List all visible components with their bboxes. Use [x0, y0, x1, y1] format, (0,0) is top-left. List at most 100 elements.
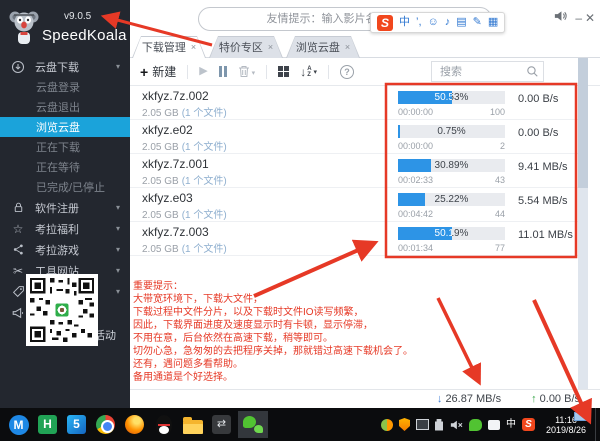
- tab-close-icon[interactable]: ×: [191, 42, 196, 52]
- sidebar-item-cloud-login[interactable]: 云盘登录: [0, 77, 130, 97]
- sidebar-item-welfare[interactable]: ☆ 考拉福利 ▾: [0, 218, 130, 239]
- sound-icon[interactable]: [553, 9, 568, 23]
- ime-punctuation-icon[interactable]: ’,: [416, 17, 422, 28]
- sidebar-item-cloud-download[interactable]: 云盘下载 ▾: [0, 56, 130, 77]
- cloud-download-icon: [10, 59, 26, 75]
- file-size: 2.05 GB: [142, 176, 179, 187]
- sidebar-item-cloud-logout[interactable]: 云盘退出: [0, 97, 130, 117]
- sidebar-item-downloading[interactable]: 正在下载: [0, 137, 130, 157]
- ime-emoji-icon[interactable]: ☺: [428, 17, 439, 28]
- ime-toolbox-icon[interactable]: ▦: [488, 17, 498, 28]
- qr-code: [26, 274, 98, 346]
- tray-mute-icon[interactable]: [449, 419, 463, 431]
- progress-percent: 0.75%: [398, 125, 505, 138]
- ime-toolbar: S 中 ’, ☺ ♪ ▤ ✎ ▦: [370, 12, 505, 33]
- scrollbar-thumb[interactable]: [578, 58, 588, 188]
- chevron-down-icon: ▾: [116, 62, 120, 71]
- sidebar-item-browse-cloud[interactable]: 浏览云盘: [0, 117, 130, 137]
- sidebar: v9.0.5 SpeedKoala 云盘下载 ▾ 云盘登录 云盘退出 浏览云盘 …: [0, 0, 130, 408]
- show-desktop-button[interactable]: [595, 408, 600, 441]
- taskbar-app-h[interactable]: H: [35, 411, 60, 438]
- tray-ime-mode[interactable]: 中: [506, 419, 516, 431]
- delete-button[interactable]: ▾: [238, 65, 256, 78]
- file-name: xkfyz.e03: [142, 191, 193, 205]
- help-button[interactable]: ?: [340, 65, 354, 79]
- chevron-down-icon: ▾: [314, 68, 318, 76]
- file-name: xkfyz.7z.002: [142, 89, 209, 103]
- connection-count: 100: [398, 107, 505, 117]
- download-row[interactable]: xkfyz.e03 2.05 GB(1 个文件) 25.22% 25.22% 0…: [130, 188, 578, 222]
- ime-handwriting-icon[interactable]: ✎: [473, 17, 482, 28]
- plus-icon: +: [140, 65, 148, 79]
- download-row[interactable]: xkfyz.7z.003 2.05 GB(1 个文件) 50.19% 50.19…: [130, 222, 578, 256]
- start-button[interactable]: ▶: [199, 66, 207, 77]
- file-count: (1 个文件): [182, 176, 227, 187]
- app-version: v9.0.5: [64, 11, 91, 22]
- download-row[interactable]: xkfyz.7z.001 2.05 GB(1 个文件) 30.89% 30.89…: [130, 154, 578, 188]
- download-speed: 0.00 B/s: [518, 93, 558, 105]
- toolbar: + 新建 ▶ ▾ ↓ AZ ▾ ?: [130, 58, 600, 86]
- tray-antivirus-icon[interactable]: [381, 419, 393, 431]
- sidebar-item-waiting[interactable]: 正在等待: [0, 157, 130, 177]
- tag-icon: [10, 284, 26, 300]
- view-grid-button[interactable]: [278, 66, 289, 77]
- connection-count: 77: [398, 243, 505, 253]
- download-list: xkfyz.7z.002 2.05 GB(1 个文件) 50.53% 50.53…: [130, 86, 578, 256]
- tab-download-manager[interactable]: 下载管理×: [132, 36, 206, 58]
- taskbar-app-sync[interactable]: [209, 411, 234, 438]
- taskbar-app-chrome[interactable]: [93, 411, 118, 438]
- sidebar-item-games[interactable]: 考拉游戏 ▾: [0, 239, 130, 260]
- new-task-button[interactable]: + 新建: [140, 63, 176, 80]
- share-icon: [10, 242, 26, 258]
- tray-sogou-icon[interactable]: S: [522, 418, 535, 431]
- tab-close-icon[interactable]: ×: [345, 42, 350, 52]
- ime-voice-icon[interactable]: ♪: [445, 17, 451, 28]
- logo-block: v9.0.5 SpeedKoala: [0, 0, 130, 56]
- chrome-icon: [96, 415, 115, 434]
- down-arrow-icon: ↓: [437, 393, 443, 405]
- tray-shield-icon[interactable]: [399, 418, 410, 431]
- progress-bar: 50.53% 50.53%: [398, 91, 505, 104]
- tab-close-icon[interactable]: ×: [268, 42, 273, 52]
- tab-special-zone[interactable]: 特价专区×: [209, 36, 283, 58]
- sogou-logo-icon[interactable]: S: [377, 15, 393, 31]
- scissors-icon: ✂: [10, 263, 26, 279]
- up-arrow-icon: ↑: [531, 393, 537, 405]
- vertical-scrollbar[interactable]: [578, 58, 588, 389]
- search-icon: [526, 65, 539, 78]
- taskbar-app-m[interactable]: M: [6, 411, 31, 438]
- close-button[interactable]: ✕: [585, 10, 595, 26]
- firefox-icon: [125, 415, 144, 434]
- star-icon: ☆: [10, 221, 26, 237]
- tray-wechat-icon[interactable]: [469, 419, 482, 431]
- chevron-down-icon: ▾: [116, 203, 120, 212]
- file-count: (1 个文件): [182, 142, 227, 153]
- tray-message-icon[interactable]: [488, 420, 500, 430]
- download-row[interactable]: xkfyz.7z.002 2.05 GB(1 个文件) 50.53% 50.53…: [130, 86, 578, 120]
- taskbar-app-firefox[interactable]: [122, 411, 147, 438]
- download-speed: 0.00 B/s: [518, 127, 558, 139]
- sort-button[interactable]: ↓ AZ ▾: [300, 66, 317, 78]
- red-notice-text: 重要提示： 大带宽环境下，下载大文件， 下载过程中文件分片，以及下载时文件IO读…: [133, 280, 413, 384]
- taskbar-app-qq[interactable]: [151, 411, 176, 438]
- taskbar-app-115[interactable]: 5: [64, 411, 89, 438]
- taskbar-app-wechat[interactable]: [238, 411, 268, 438]
- taskbar-app-explorer[interactable]: [180, 411, 205, 438]
- sync-icon: [212, 415, 231, 434]
- pause-button[interactable]: [219, 66, 227, 77]
- tray-flyout-window[interactable]: [574, 412, 590, 421]
- sidebar-item-register[interactable]: 软件注册 ▾: [0, 197, 130, 218]
- koala-logo-icon: [8, 8, 40, 48]
- progress-bar: 25.22% 25.22%: [398, 193, 505, 206]
- tray-monitor-icon[interactable]: [416, 419, 429, 430]
- taskbar-app-green[interactable]: [272, 411, 297, 438]
- download-row[interactable]: xkfyz.e02 2.05 GB(1 个文件) 0.75% 0.75% 00:…: [130, 120, 578, 154]
- megaphone-icon: [10, 305, 26, 321]
- ime-chinese-mode-icon[interactable]: 中: [399, 17, 410, 28]
- sidebar-item-finished-stopped[interactable]: 已完成/已停止: [0, 177, 130, 197]
- minimize-button[interactable]: –: [575, 10, 582, 26]
- tab-browse-cloud[interactable]: 浏览云盘×: [286, 36, 360, 58]
- ime-keyboard-icon[interactable]: ▤: [456, 17, 466, 28]
- folder-icon: [183, 420, 203, 434]
- tray-usb-icon[interactable]: [435, 419, 443, 431]
